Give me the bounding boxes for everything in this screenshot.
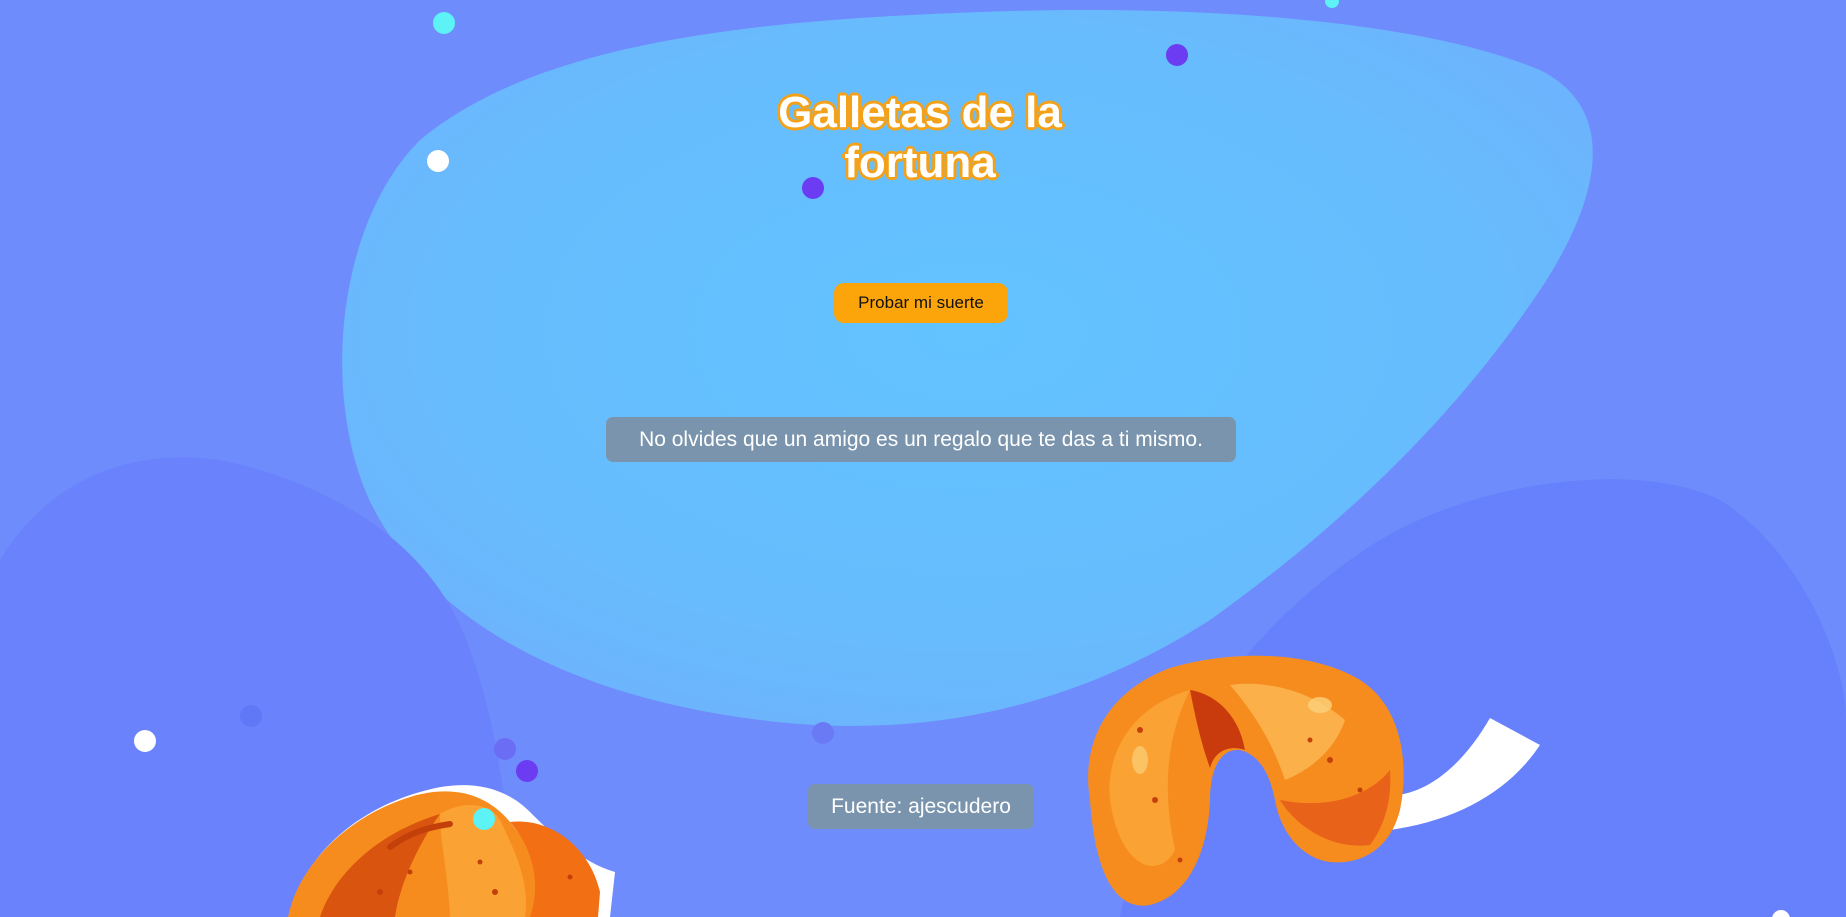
decor-dot — [427, 150, 449, 172]
fortune-message: No olvides que un amigo es un regalo que… — [639, 428, 1203, 451]
fortune-message-box: No olvides que un amigo es un regalo que… — [606, 417, 1236, 462]
source-text: Fuente: ajescudero — [831, 795, 1011, 818]
title-line-2: fortuna — [844, 138, 996, 187]
source-box: Fuente: ajescudero — [808, 784, 1034, 829]
decor-dot — [1166, 44, 1188, 66]
fortune-cookie-icon — [288, 785, 615, 917]
decor-dot — [240, 705, 262, 727]
decor-dot — [433, 12, 455, 34]
fortune-cookie-open-icon — [1088, 655, 1540, 906]
decor-dot — [473, 808, 495, 830]
page-title: Galletas de la fortuna — [720, 88, 1120, 188]
decor-dot — [812, 722, 834, 744]
title-line-1: Galletas de la — [778, 88, 1062, 137]
decor-dot — [134, 730, 156, 752]
try-luck-button[interactable]: Probar mi suerte — [834, 283, 1008, 323]
